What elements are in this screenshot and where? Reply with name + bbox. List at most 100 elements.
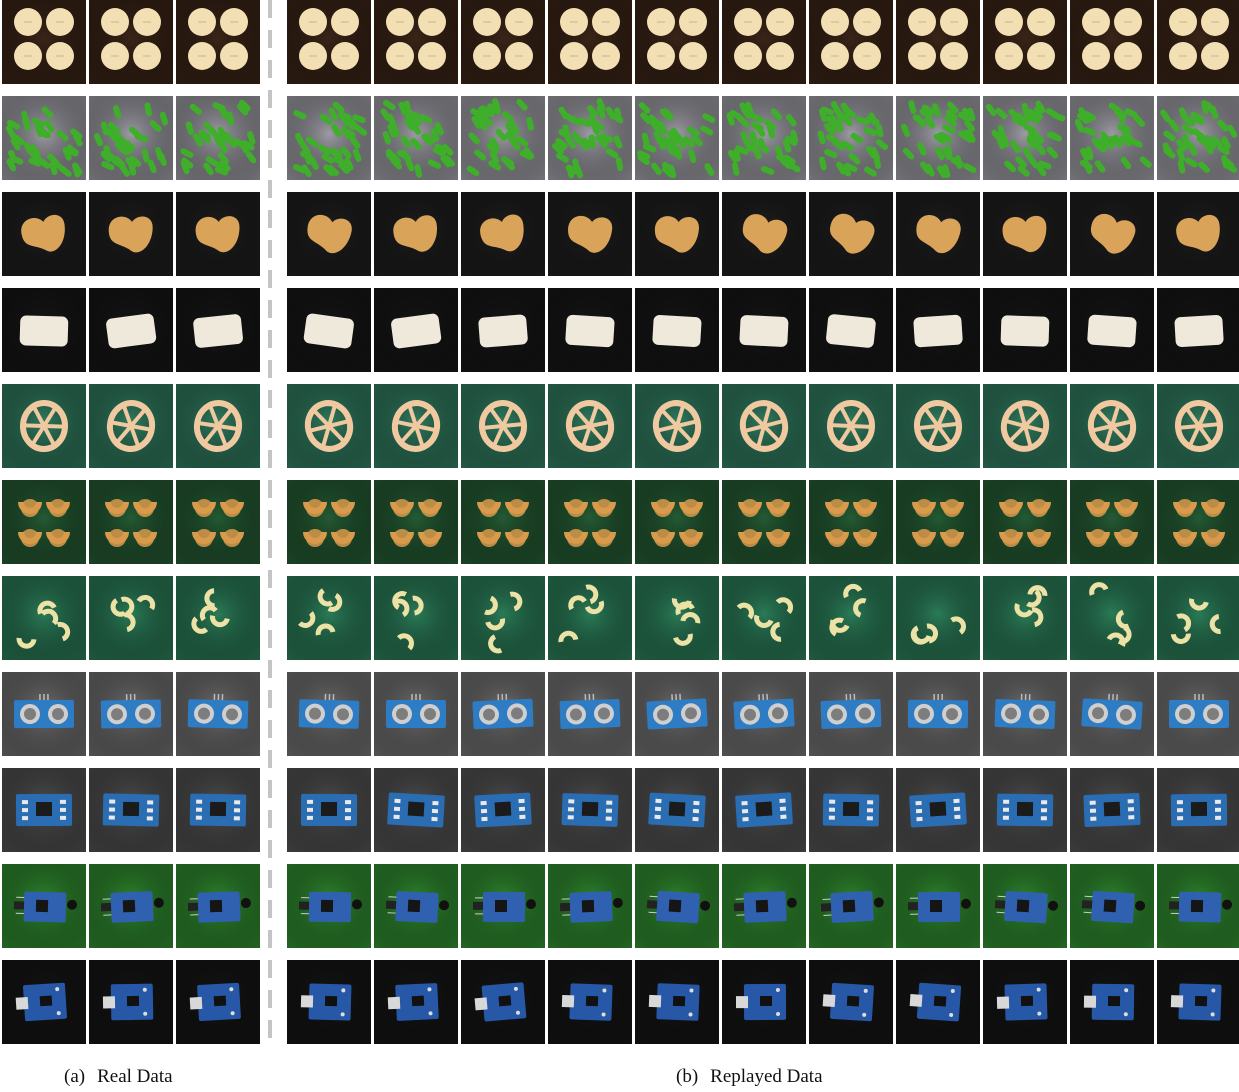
real-wheel-pasta-image <box>89 384 173 468</box>
real-four-snacks-image <box>176 480 260 564</box>
real-usb-charger-board-image <box>176 960 260 1044</box>
replayed-usb-charger-board-image <box>896 960 980 1044</box>
replayed-chewing-gum-image <box>1070 288 1154 372</box>
caption-replayed-data: (b) Replayed Data <box>676 1066 823 1088</box>
replayed-macaroni-image <box>1157 576 1239 660</box>
replayed-wheel-pasta-image <box>287 384 371 468</box>
replayed-four-snacks-image <box>635 480 719 564</box>
replayed-ultrasonic-sensor-board-image <box>722 672 806 756</box>
real-ultrasonic-sensor-board-image <box>2 672 86 756</box>
replayed-cashew-image <box>374 192 458 276</box>
replayed-round-tablets-image <box>461 0 545 84</box>
replayed-circuit-board-image <box>635 768 719 852</box>
replayed-wheel-pasta-image <box>635 384 719 468</box>
replayed-macaroni-image <box>1070 576 1154 660</box>
real-cashew-image <box>89 192 173 276</box>
real-ir-sensor-board-image <box>89 864 173 948</box>
replayed-ultrasonic-sensor-board-image <box>374 672 458 756</box>
replayed-ir-sensor-board-image <box>809 864 893 948</box>
replayed-wheel-pasta-image <box>809 384 893 468</box>
replayed-ultrasonic-sensor-board-image <box>896 672 980 756</box>
replayed-circuit-board-image <box>722 768 806 852</box>
replayed-cashew-image <box>548 192 632 276</box>
replayed-ir-sensor-board-image <box>287 864 371 948</box>
replayed-wheel-pasta-image <box>1157 384 1239 468</box>
replayed-ultrasonic-sensor-board-image <box>548 672 632 756</box>
replayed-chewing-gum-image <box>461 288 545 372</box>
replayed-four-snacks-image <box>896 480 980 564</box>
replayed-macaroni-image <box>548 576 632 660</box>
replayed-green-capsules-image <box>722 96 806 180</box>
caption-replayed-text: Replayed Data <box>710 1066 823 1087</box>
real-green-capsules-image <box>89 96 173 180</box>
replayed-ultrasonic-sensor-board-image <box>983 672 1067 756</box>
real-macaroni-image <box>2 576 86 660</box>
replayed-macaroni-image <box>722 576 806 660</box>
real-wheel-pasta-image <box>2 384 86 468</box>
replayed-usb-charger-board-image <box>1070 960 1154 1044</box>
replayed-usb-charger-board-image <box>548 960 632 1044</box>
replayed-ir-sensor-board-image <box>1070 864 1154 948</box>
replayed-cashew-image <box>1070 192 1154 276</box>
real-chewing-gum-image <box>2 288 86 372</box>
real-four-snacks-image <box>2 480 86 564</box>
replayed-macaroni-image <box>461 576 545 660</box>
replayed-round-tablets-image <box>1070 0 1154 84</box>
replayed-wheel-pasta-image <box>461 384 545 468</box>
replayed-wheel-pasta-image <box>548 384 632 468</box>
replayed-macaroni-image <box>635 576 719 660</box>
replayed-chewing-gum-image <box>548 288 632 372</box>
real-ultrasonic-sensor-board-image <box>89 672 173 756</box>
replayed-usb-charger-board-image <box>374 960 458 1044</box>
replayed-cashew-image <box>809 192 893 276</box>
replayed-circuit-board-image <box>1070 768 1154 852</box>
replayed-green-capsules-image <box>983 96 1067 180</box>
replayed-circuit-board-image <box>287 768 371 852</box>
replayed-round-tablets-image <box>983 0 1067 84</box>
replayed-cashew-image <box>287 192 371 276</box>
replayed-round-tablets-image <box>548 0 632 84</box>
replayed-usb-charger-board-image <box>635 960 719 1044</box>
replayed-four-snacks-image <box>809 480 893 564</box>
replayed-cashew-image <box>635 192 719 276</box>
replayed-macaroni-image <box>896 576 980 660</box>
replayed-circuit-board-image <box>374 768 458 852</box>
replayed-chewing-gum-image <box>722 288 806 372</box>
real-macaroni-image <box>89 576 173 660</box>
real-usb-charger-board-image <box>89 960 173 1044</box>
replayed-round-tablets-image <box>374 0 458 84</box>
replayed-cashew-image <box>896 192 980 276</box>
replayed-chewing-gum-image <box>287 288 371 372</box>
replayed-ir-sensor-board-image <box>461 864 545 948</box>
replayed-circuit-board-image <box>809 768 893 852</box>
replayed-round-tablets-image <box>896 0 980 84</box>
replayed-usb-charger-board-image <box>287 960 371 1044</box>
replayed-green-capsules-image <box>548 96 632 180</box>
replayed-circuit-board-image <box>896 768 980 852</box>
replayed-chewing-gum-image <box>896 288 980 372</box>
real-circuit-board-image <box>89 768 173 852</box>
replayed-usb-charger-board-image <box>983 960 1067 1044</box>
replayed-usb-charger-board-image <box>809 960 893 1044</box>
replayed-four-snacks-image <box>1157 480 1239 564</box>
replayed-ultrasonic-sensor-board-image <box>461 672 545 756</box>
replayed-four-snacks-image <box>983 480 1067 564</box>
replayed-ultrasonic-sensor-board-image <box>1070 672 1154 756</box>
replayed-four-snacks-image <box>1070 480 1154 564</box>
replayed-round-tablets-image <box>1157 0 1239 84</box>
replayed-round-tablets-image <box>287 0 371 84</box>
replayed-chewing-gum-image <box>809 288 893 372</box>
replayed-cashew-image <box>983 192 1067 276</box>
replayed-green-capsules-image <box>635 96 719 180</box>
replayed-usb-charger-board-image <box>1157 960 1239 1044</box>
replayed-wheel-pasta-image <box>896 384 980 468</box>
caption-real-text: Real Data <box>97 1066 173 1087</box>
replayed-usb-charger-board-image <box>722 960 806 1044</box>
real-circuit-board-image <box>2 768 86 852</box>
replayed-four-snacks-image <box>374 480 458 564</box>
panel-divider <box>268 0 272 1050</box>
replayed-macaroni-image <box>983 576 1067 660</box>
real-chewing-gum-image <box>176 288 260 372</box>
replayed-ir-sensor-board-image <box>1157 864 1239 948</box>
replayed-cashew-image <box>722 192 806 276</box>
